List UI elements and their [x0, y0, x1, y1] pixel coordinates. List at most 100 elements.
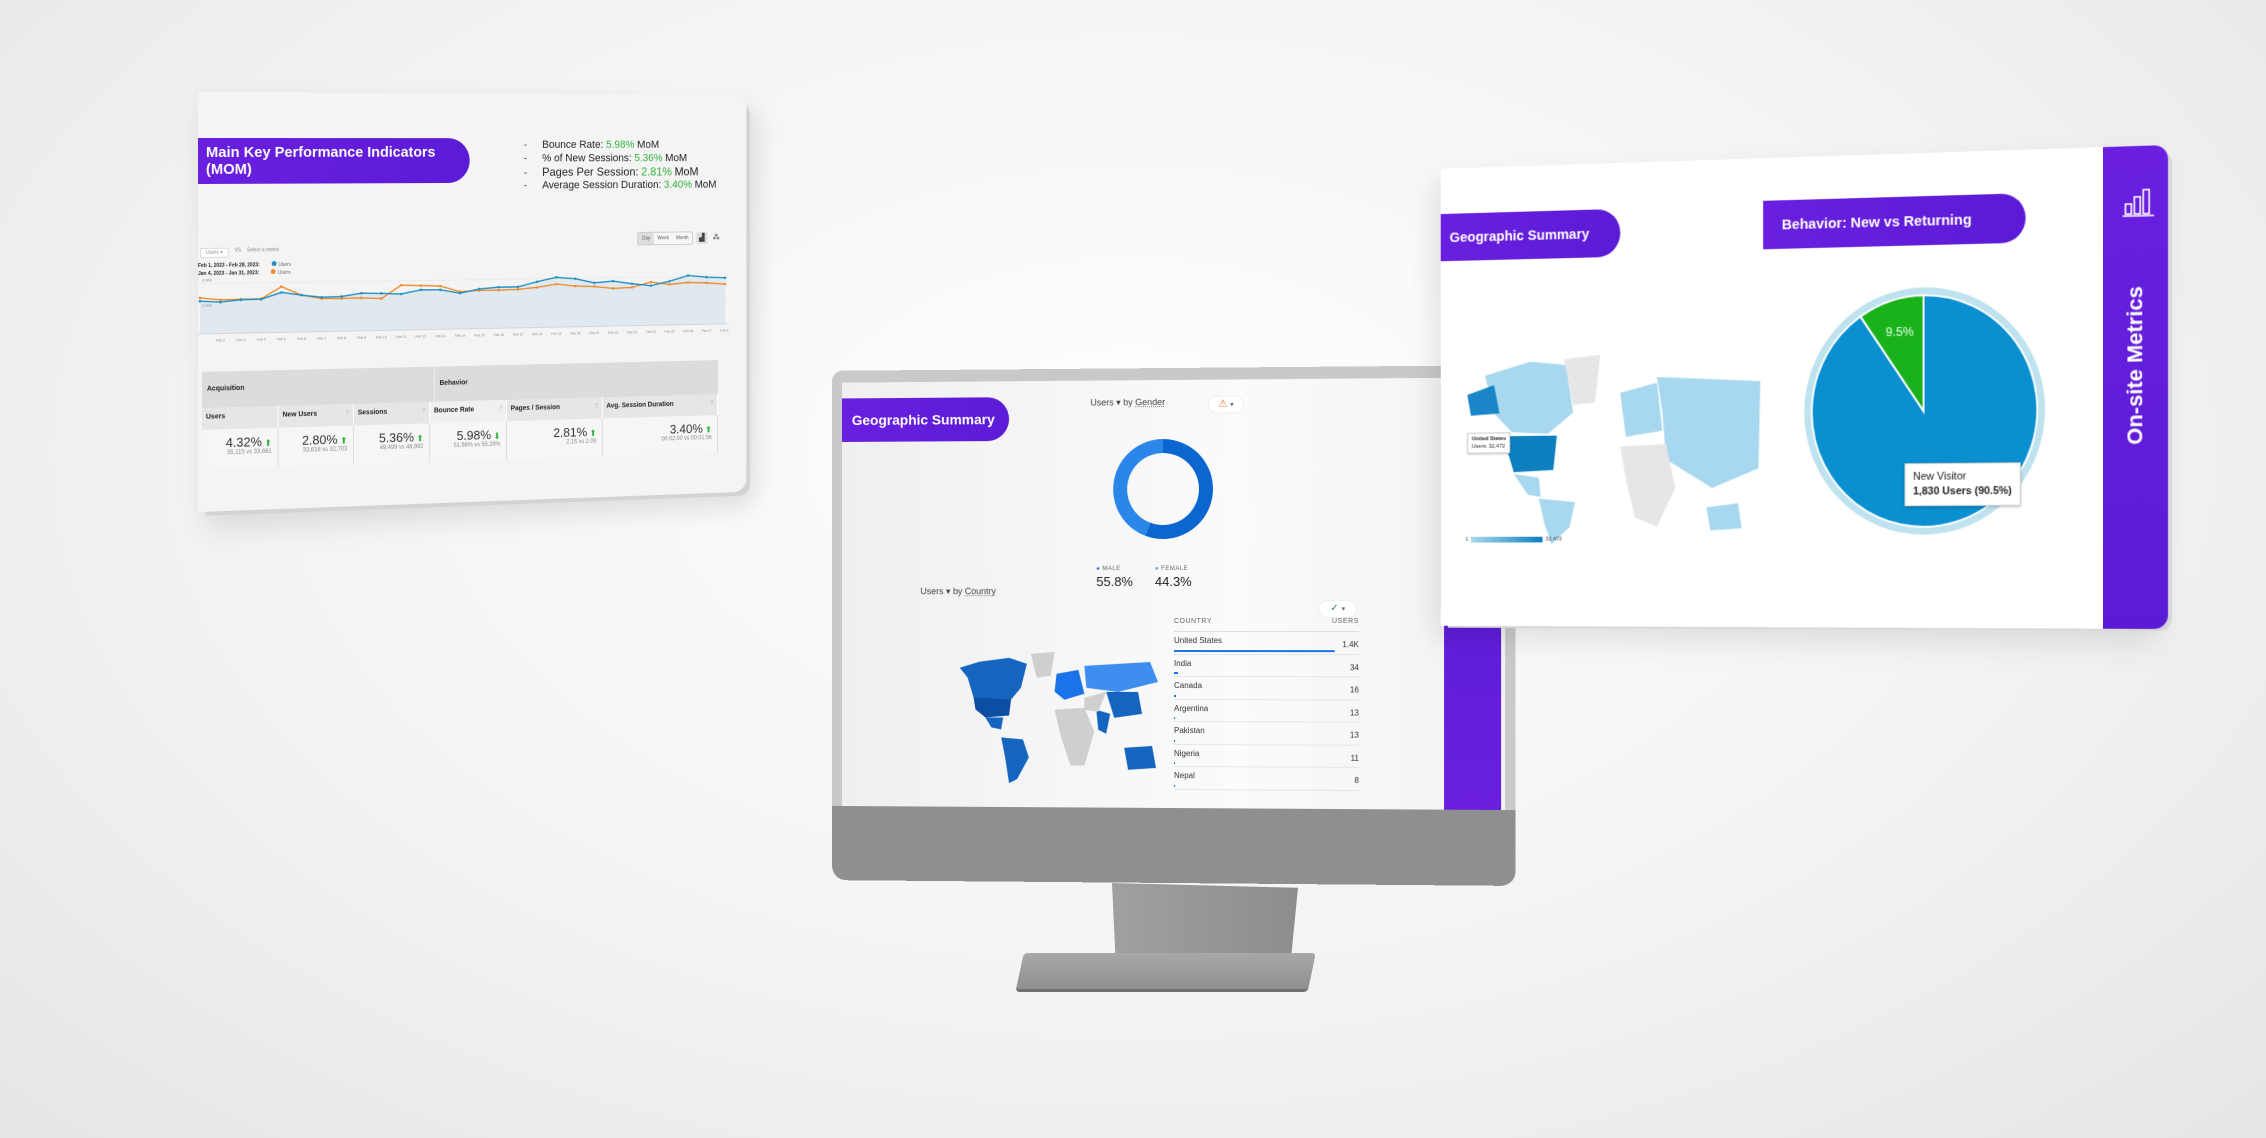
- y-tick-label: 2,000: [202, 277, 213, 282]
- pie-tooltip: New Visitor 1,830 Users (90.5%): [1904, 462, 2021, 507]
- day-button[interactable]: Day: [638, 232, 654, 245]
- country-share-bar: [1173, 739, 1176, 742]
- kpi-comparison: 51.98% vs 55.29%: [453, 441, 501, 449]
- col-bounce-rate[interactable]: Bounce Rate?: [430, 399, 507, 424]
- country-name: Pakistan: [1173, 726, 1205, 736]
- x-tick-label: Feb 21: [589, 331, 599, 335]
- geographic-summary-title: Geographic Summary: [1440, 208, 1621, 262]
- y-tick-label: 1,000: [202, 303, 213, 308]
- country-row[interactable]: Nigeria 11: [1173, 744, 1359, 768]
- col-users: USERS: [1332, 617, 1359, 626]
- country-users: 16: [1349, 685, 1359, 695]
- col-users[interactable]: Users ↓: [201, 405, 279, 430]
- gender-donut-chart: [1113, 438, 1214, 540]
- x-tick-label: Feb 16: [493, 333, 503, 337]
- map-region-australia: [1124, 745, 1157, 770]
- help-icon: ?: [710, 400, 714, 407]
- map-region-south-america: [1001, 737, 1029, 784]
- country-users: 13: [1349, 707, 1359, 718]
- pie-slice-label: 9.5%: [1886, 324, 1914, 339]
- kpi-bullet-list: - Bounce Rate: 5.98% MoM -% of New Sessions…: [524, 138, 717, 192]
- map-region-usa: [973, 697, 1012, 718]
- x-tick-label: Feb 19: [551, 332, 561, 336]
- metric-dropdown[interactable]: Users ▾: [199, 247, 229, 258]
- map-region-india: [1096, 709, 1111, 734]
- country-row[interactable]: Canada 16: [1173, 677, 1359, 700]
- legend-female: ● FEMALE 44.3%: [1154, 565, 1192, 590]
- kpi-value-cell: 5.98% ⬇ 51.98% vs 55.29%: [430, 421, 507, 463]
- dimension-link[interactable]: Country: [965, 586, 996, 596]
- country-users: 13: [1349, 730, 1359, 740]
- data-point: [649, 280, 652, 284]
- data-point: [399, 283, 403, 287]
- scale-gradient: [1471, 536, 1543, 543]
- monitor-stand-neck: [1112, 883, 1298, 963]
- vs-label: VS: [234, 247, 242, 254]
- warning-icon[interactable]: ⚠ ▾: [1207, 395, 1245, 414]
- x-tick-label: Feb 15: [474, 333, 484, 337]
- kpi-title: Main Key Performance Indicators (MOM): [198, 138, 470, 184]
- map-region-greenland: [1030, 651, 1055, 678]
- x-tick-label: Feb 22: [608, 331, 618, 335]
- line-chart-icon[interactable]: ▟: [696, 232, 708, 244]
- col-new-users[interactable]: New Users?: [278, 403, 354, 428]
- x-tick-label: Feb 23: [627, 330, 637, 334]
- map-region-north-america: [959, 657, 1027, 706]
- bar-chart-icon: [2123, 187, 2157, 218]
- country-users: 11: [1350, 753, 1359, 763]
- country-row[interactable]: India 34: [1173, 654, 1359, 678]
- country-name: India: [1173, 658, 1192, 668]
- legend-dot-icon: ●: [1154, 566, 1160, 573]
- kpi-bullet: -% of New Sessions: 5.36% MoM: [523, 152, 688, 165]
- motion-chart-icon[interactable]: ⁂: [711, 232, 722, 243]
- monitor-screen: Geographic Summary Users ▾ by Gender ⚠ ▾…: [842, 377, 1506, 811]
- country-name: Nepal: [1173, 771, 1195, 781]
- dimension-link[interactable]: Gender: [1135, 397, 1165, 407]
- country-name: Argentina: [1173, 703, 1209, 713]
- country-table: COUNTRY USERS United States 1.4K India 34 Can…: [1173, 617, 1359, 791]
- screen-sidebar: [1444, 607, 1502, 811]
- country-users: 8: [1354, 775, 1359, 785]
- kpi-value-cell: 5.36% ⬆ 49,499 vs 46,982: [353, 423, 431, 465]
- map-region-central-america: [1513, 473, 1541, 497]
- x-tick-label: Feb 9: [357, 336, 366, 340]
- monitor-stand-foot: [1016, 953, 1316, 989]
- x-tick-label: Feb 26: [683, 329, 693, 333]
- col-pages-session[interactable]: Pages / Session?: [506, 397, 603, 422]
- x-tick-label: Feb 18: [532, 332, 542, 336]
- week-button[interactable]: Week: [654, 233, 673, 245]
- x-tick-label: Feb 20: [570, 331, 580, 335]
- month-button[interactable]: Month: [672, 232, 692, 244]
- monitor-bezel: Geographic Summary Users ▾ by Gender ⚠ ▾…: [832, 365, 1516, 886]
- col-sessions[interactable]: Sessions?: [353, 401, 431, 426]
- map-color-scale: 1 32,472: [1465, 536, 1563, 543]
- kpi-card: Main Key Performance Indicators (MOM) -B…: [198, 92, 747, 512]
- desktop-monitor: Geographic Summary Users ▾ by Gender ⚠ ▾…: [828, 365, 1516, 989]
- kpi-percent-change: 2.80%: [301, 431, 338, 448]
- country-row[interactable]: Nepal 8: [1173, 767, 1359, 791]
- metric-dropdown[interactable]: Users ▾: [920, 586, 950, 596]
- country-row[interactable]: Pakistan 13: [1173, 722, 1359, 746]
- x-tick-label: Feb 10: [376, 335, 387, 339]
- select-metric-link[interactable]: Select a metric: [247, 247, 279, 257]
- col-country: COUNTRY: [1173, 617, 1212, 626]
- country-row[interactable]: United States 1.4K: [1173, 632, 1359, 655]
- help-icon: ?: [498, 405, 503, 413]
- country-share-bar: [1173, 672, 1178, 675]
- x-tick-label: Feb 17: [513, 333, 523, 337]
- arrow-up-icon: ⬆: [587, 428, 597, 439]
- group-behavior: Behavior: [433, 365, 473, 402]
- check-circle-icon[interactable]: ✓ ▾: [1318, 599, 1357, 618]
- data-point: [723, 276, 727, 280]
- kpi-percent-change: 5.36%: [378, 429, 414, 446]
- country-share-bar: [1173, 717, 1176, 720]
- country-share-bar: [1173, 694, 1176, 697]
- x-tick-label: Feb 11: [396, 335, 406, 339]
- metric-dropdown[interactable]: Users ▾: [1090, 397, 1120, 407]
- kpi-percent-change: 5.98%: [456, 427, 492, 444]
- x-tick-label: Feb 14: [455, 334, 466, 338]
- behavior-title: Behavior: New vs Returning: [1763, 193, 2026, 250]
- x-tick-label: Feb 4: [257, 338, 266, 342]
- sort-down-icon: ↓: [270, 411, 274, 419]
- country-row[interactable]: Argentina 13: [1173, 699, 1359, 723]
